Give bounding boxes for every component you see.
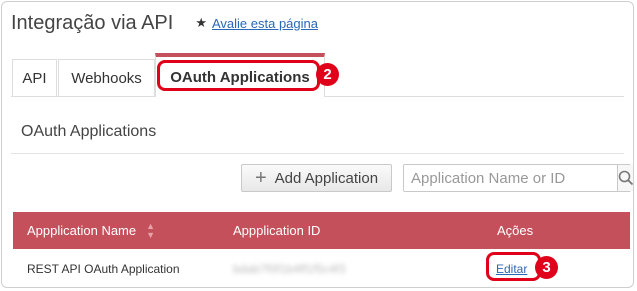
step-badge-3: 3 <box>535 256 558 279</box>
search-icon <box>618 170 633 186</box>
section-divider <box>11 153 624 154</box>
application-name-cell: REST API OAuth Application <box>27 262 180 276</box>
application-id-value: bdab7f0f1b4ff1f5c4f3 <box>233 262 346 276</box>
sort-icon[interactable]: ▲ ▼ <box>146 221 155 240</box>
page-title: Integração via API <box>11 11 174 34</box>
callout-highlight-tab <box>157 60 320 91</box>
tab-api[interactable]: API <box>12 59 57 96</box>
add-application-label: Add Application <box>274 169 379 187</box>
page-header: Integração via API ★ Avalie esta página <box>11 10 318 36</box>
column-header-id: Appplication ID <box>233 223 321 238</box>
add-application-button[interactable]: + Add Application <box>241 164 392 192</box>
section-title: OAuth Applications <box>21 123 157 140</box>
column-header-name[interactable]: Appplication Name ▲ ▼ <box>27 212 155 249</box>
application-id-cell: bdab7f0f1b4ff1f5c4f3 <box>233 249 346 287</box>
search-button[interactable] <box>617 165 633 191</box>
column-header-actions: Ações <box>497 223 534 238</box>
step-badge-2: 2 <box>316 63 339 86</box>
table-header: Appplication Name ▲ ▼ Appplication ID Açõ… <box>13 212 630 249</box>
tab-webhooks[interactable]: Webhooks <box>58 59 155 96</box>
rate-page[interactable]: ★ Avalie esta página <box>195 15 318 31</box>
rate-page-link[interactable]: Avalie esta página <box>212 16 318 31</box>
page-frame: Integração via API ★ Avalie esta página … <box>1 1 634 288</box>
search-box <box>403 164 633 192</box>
callout-highlight-edit <box>486 252 541 281</box>
plus-icon: + <box>254 167 267 189</box>
search-input[interactable] <box>404 165 617 191</box>
star-icon: ★ <box>195 15 207 30</box>
